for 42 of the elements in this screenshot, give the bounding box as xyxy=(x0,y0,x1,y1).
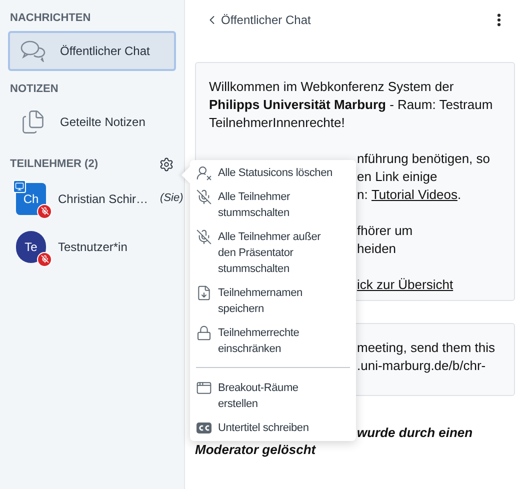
section-title: NACHRICHTEN xyxy=(9,12,92,25)
message-text: Willkommen im Webkonferenz System der xyxy=(209,78,454,96)
message-text: TeilnehmerInnenrechte! xyxy=(209,114,345,132)
message-text: heiden xyxy=(357,240,396,258)
menu-item[interactable]: Alle Teilnehmer außer den Präsentator stummschalten xyxy=(190,229,356,277)
system-message: wurde durch einen xyxy=(357,424,473,441)
lock-icon xyxy=(196,325,212,341)
message-text: fhörer um xyxy=(357,222,413,240)
sidebar-item[interactable]: Geteilte Notizen xyxy=(8,102,176,142)
captions-icon xyxy=(196,422,212,434)
system-message: Moderator gelöscht xyxy=(195,441,316,458)
you-label: (Sie) xyxy=(160,191,184,206)
message-text: meeting, send them this xyxy=(357,339,496,357)
mute-icon xyxy=(196,189,212,205)
message-text: nführung benötigen, so xyxy=(357,150,490,168)
message-text: en Link einige xyxy=(357,168,438,186)
chat-bubbles-icon xyxy=(20,40,46,62)
section-title: TEILNEHMER (2) xyxy=(10,157,98,172)
sidebar-item[interactable]: Öffentlicher Chat xyxy=(8,31,176,71)
message-text: . xyxy=(457,186,462,204)
settings-icon[interactable] xyxy=(159,156,174,172)
participant-name: Christian Schir… xyxy=(58,190,148,208)
participant-name: Testnutzer*in xyxy=(58,238,128,256)
message-text: n: xyxy=(357,186,369,204)
link[interactable]: Tutorial Videos xyxy=(371,186,458,204)
message-text: .uni-marburg.de/b/chr- xyxy=(357,357,486,375)
back-button[interactable]: Öffentlicher Chat xyxy=(195,11,311,29)
section-title: NOTIZEN xyxy=(9,83,60,96)
file-download-icon xyxy=(196,285,212,301)
menu-item[interactable]: Alle Teilnehmer stummschalten xyxy=(190,189,356,221)
menu-item[interactable]: Teilnehmernamen speichern xyxy=(190,285,356,317)
menu-item[interactable]: Untertitel schreiben xyxy=(196,420,350,436)
mute-icon xyxy=(196,229,212,245)
link[interactable]: ick zur Übersicht xyxy=(357,276,454,294)
windows-icon xyxy=(196,380,212,396)
menu-item[interactable]: Teilnehmerrechte einschränken xyxy=(190,325,356,357)
menu-item[interactable]: Alle Statusicons löschen xyxy=(190,165,356,181)
avatar: Te xyxy=(16,230,46,262)
menu-item[interactable]: Breakout-Räume erstellen xyxy=(196,380,350,412)
user-icon xyxy=(196,165,212,181)
documents-icon xyxy=(20,109,46,135)
message-text: Philipps Universität Marburg - Raum: Testraum xyxy=(209,96,493,114)
